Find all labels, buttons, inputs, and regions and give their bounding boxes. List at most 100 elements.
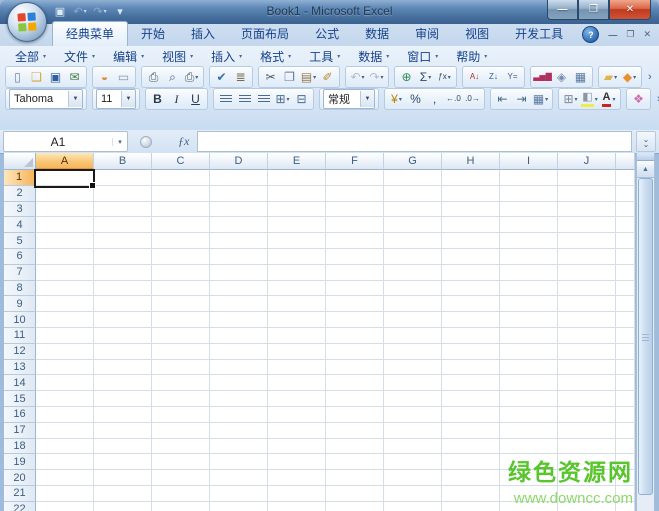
grid-cell-J5[interactable]	[558, 233, 616, 249]
grid-cell-J6[interactable]	[558, 248, 616, 265]
formula-input[interactable]	[197, 131, 632, 152]
tab-经典菜单[interactable]: 经典菜单	[52, 21, 129, 46]
expand-formula-bar-button[interactable]: ⌄ ⌄	[636, 131, 656, 152]
grid-cell-C15[interactable]	[152, 391, 210, 407]
grid-cell-H18[interactable]	[442, 438, 500, 455]
grid-cell-C5[interactable]	[152, 233, 210, 249]
draw-border-grid-button[interactable]: ⊞ ▾	[561, 90, 580, 108]
grid-cell-J17[interactable]	[558, 422, 616, 439]
menu-编辑[interactable]: 编辑 ▾	[104, 46, 153, 67]
grid-cell-J7[interactable]	[558, 264, 616, 281]
grid-cell-I19[interactable]	[500, 454, 558, 471]
grid-cell-partial[interactable]	[616, 312, 635, 328]
grid-cell-F19[interactable]	[326, 454, 384, 471]
scroll-up-button[interactable]: ▲	[637, 161, 654, 178]
grid-cell-G20[interactable]	[384, 470, 442, 486]
spelling-button[interactable]: ✔	[212, 68, 231, 86]
cut-button[interactable]: ✂	[261, 68, 280, 86]
grid-cell-C22[interactable]	[152, 501, 210, 511]
grid-cell-partial[interactable]	[616, 296, 635, 313]
grid-cell-J2[interactable]	[558, 185, 616, 202]
column-header-B[interactable]: B	[94, 153, 152, 170]
grid-cell-partial[interactable]	[616, 454, 635, 471]
grid-cell-B9[interactable]	[94, 296, 152, 313]
grid-cell-D9[interactable]	[210, 296, 268, 313]
sort-ascending-button[interactable]: A↓	[465, 68, 484, 86]
paste-button[interactable]: ▤ ▾	[299, 68, 318, 86]
row-header-2[interactable]: 2	[4, 185, 36, 202]
tab-数据[interactable]: 数据	[352, 22, 402, 46]
tab-开始[interactable]: 开始	[128, 22, 178, 46]
grid-cell-I14[interactable]	[500, 375, 558, 392]
grid-cell-H5[interactable]	[442, 233, 500, 249]
column-header-J[interactable]: J	[558, 153, 616, 170]
grid-cell-partial[interactable]	[616, 485, 635, 502]
help-tip-button[interactable]: ◆ ▾	[620, 68, 639, 86]
grid-cell-E19[interactable]	[268, 454, 326, 471]
grid-cell-D2[interactable]	[210, 185, 268, 202]
grid-cell-E4[interactable]	[268, 217, 326, 234]
open-button[interactable]: ❏	[27, 68, 46, 86]
save-button[interactable]: ▣	[52, 3, 68, 20]
grid-cell-G5[interactable]	[384, 233, 442, 249]
grid-cell-D10[interactable]	[210, 312, 268, 328]
tab-公式[interactable]: 公式	[302, 22, 352, 46]
grid-cell-I21[interactable]	[500, 485, 558, 502]
vertical-scrollbar[interactable]: ▲	[636, 153, 655, 511]
grid-cell-F2[interactable]	[326, 185, 384, 202]
grid-cell-E2[interactable]	[268, 185, 326, 202]
grid-cell-H12[interactable]	[442, 343, 500, 360]
comma-style-button[interactable]: ,	[425, 90, 444, 108]
redo-button[interactable]: ↷ ▾	[92, 3, 108, 20]
grid-cell-A19[interactable]	[36, 454, 94, 471]
grid-cell-I17[interactable]	[500, 422, 558, 439]
column-header-E[interactable]: E	[268, 153, 326, 170]
customize-quick-access-button[interactable]: ▾	[112, 3, 128, 20]
grid-cell-E14[interactable]	[268, 375, 326, 392]
chevron-down-icon[interactable]: ▼	[360, 91, 374, 107]
merge-cells-button[interactable]: ⊟	[292, 90, 311, 108]
grid-cell-A2[interactable]	[36, 185, 94, 202]
grid-cell-H14[interactable]	[442, 375, 500, 392]
grid-cell-G19[interactable]	[384, 454, 442, 471]
row-header-15[interactable]: 15	[4, 391, 36, 407]
grid-cell-E11[interactable]	[268, 327, 326, 344]
grid-cell-E5[interactable]	[268, 233, 326, 249]
grid-cell-I4[interactable]	[500, 217, 558, 234]
column-header-F[interactable]: F	[326, 153, 384, 170]
grid-cell-F8[interactable]	[326, 280, 384, 297]
grid-cell-B2[interactable]	[94, 185, 152, 202]
grid-cell-C20[interactable]	[152, 470, 210, 486]
grid-cell-C9[interactable]	[152, 296, 210, 313]
grid-cell-D18[interactable]	[210, 438, 268, 455]
fill-color-button[interactable]: ◧ ▾	[580, 90, 599, 108]
grid-cell-I10[interactable]	[500, 312, 558, 328]
underline-button[interactable]: U	[186, 90, 205, 108]
grid-cell-A12[interactable]	[36, 343, 94, 360]
grid-cell-G10[interactable]	[384, 312, 442, 328]
grid-cell-H7[interactable]	[442, 264, 500, 281]
grid-cell-B18[interactable]	[94, 438, 152, 455]
name-box-dropdown-icon[interactable]: ▾	[112, 137, 127, 146]
grid-cell-partial[interactable]	[616, 217, 635, 234]
grid-cell-A6[interactable]	[36, 248, 94, 265]
grid-cell-J9[interactable]	[558, 296, 616, 313]
italic-button[interactable]: I	[167, 90, 186, 108]
grid-cell-D19[interactable]	[210, 454, 268, 471]
grid-cell-H15[interactable]	[442, 391, 500, 407]
grid-cell-J12[interactable]	[558, 343, 616, 360]
grid-cell-D22[interactable]	[210, 501, 268, 511]
grid-cell-H22[interactable]	[442, 501, 500, 511]
column-header-D[interactable]: D	[210, 153, 268, 170]
grid-cell-J10[interactable]	[558, 312, 616, 328]
grid-cell-G4[interactable]	[384, 217, 442, 234]
grid-cell-J14[interactable]	[558, 375, 616, 392]
grid-cell-C17[interactable]	[152, 422, 210, 439]
grid-cell-B11[interactable]	[94, 327, 152, 344]
grid-cell-C7[interactable]	[152, 264, 210, 281]
autosum-button[interactable]: Σ ▾	[416, 68, 435, 86]
help-button[interactable]: ?	[582, 26, 600, 43]
row-header-6[interactable]: 6	[4, 248, 36, 265]
row-header-5[interactable]: 5	[4, 233, 36, 249]
chevron-down-icon[interactable]: ▼	[121, 91, 135, 107]
